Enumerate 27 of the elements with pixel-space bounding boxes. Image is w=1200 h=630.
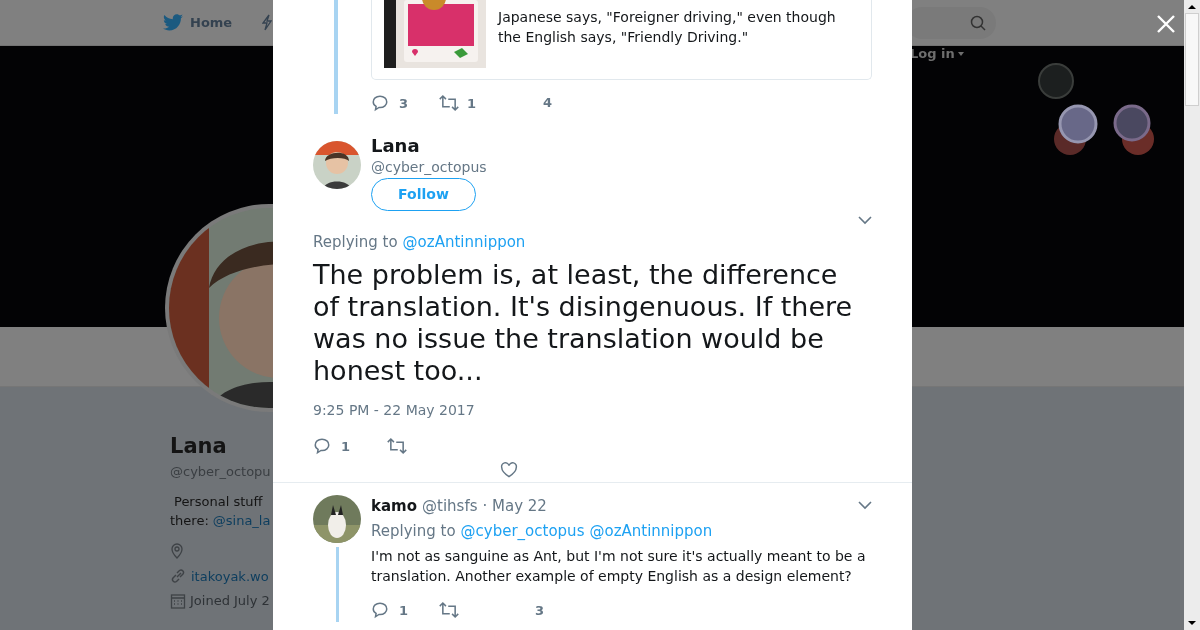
profile-name: Lana (170, 433, 228, 459)
mention-link[interactable]: @sina_la (212, 511, 271, 531)
tweet-date: · May 22 (482, 495, 547, 517)
action-count: 3 (399, 95, 409, 111)
action-count: 1 (399, 602, 409, 618)
mention-link[interactable]: @ozAntinnippon (402, 231, 526, 254)
action-count: 4 (543, 93, 553, 112)
website-link[interactable]: itakoyak.wo (191, 566, 269, 586)
author-handle: @tihsfs (422, 495, 478, 517)
tweet-text: The problem is, at least, the difference of translation. It's disingenuous. If there was no issue the translation would be honest too... (313, 258, 854, 387)
mention-link[interactable]: @ozAntinnippon (589, 520, 713, 543)
replying-label: Replying to (313, 232, 398, 253)
author-name: Lana (371, 135, 421, 157)
action-count: 1 (341, 438, 351, 454)
author-name: kamo (371, 495, 418, 517)
action-count: 3 (535, 602, 545, 618)
author-handle: @cyber_octopus (371, 158, 488, 177)
profile-bio: Personal stuff (173, 492, 264, 511)
replying-label: Replying to (371, 521, 456, 542)
tweet-timestamp: 9:25 PM - 22 May 2017 (313, 400, 476, 420)
profile-bio: there: (170, 512, 209, 530)
mention-link[interactable]: @cyber_octopus (460, 520, 585, 543)
nav-link[interactable]: Home (190, 12, 233, 33)
joined-date: Joined July 2 (190, 592, 270, 610)
tweet-text: I'm not as sanguine as Ant, but I'm not sure it's actually meant to be a translation. Another example of empty English as a design element? (371, 546, 867, 586)
action-count: 1 (467, 95, 477, 111)
card-description: Japanese says, "Foreigner driving," even though the English says, "Friendly Driving." (498, 8, 837, 47)
